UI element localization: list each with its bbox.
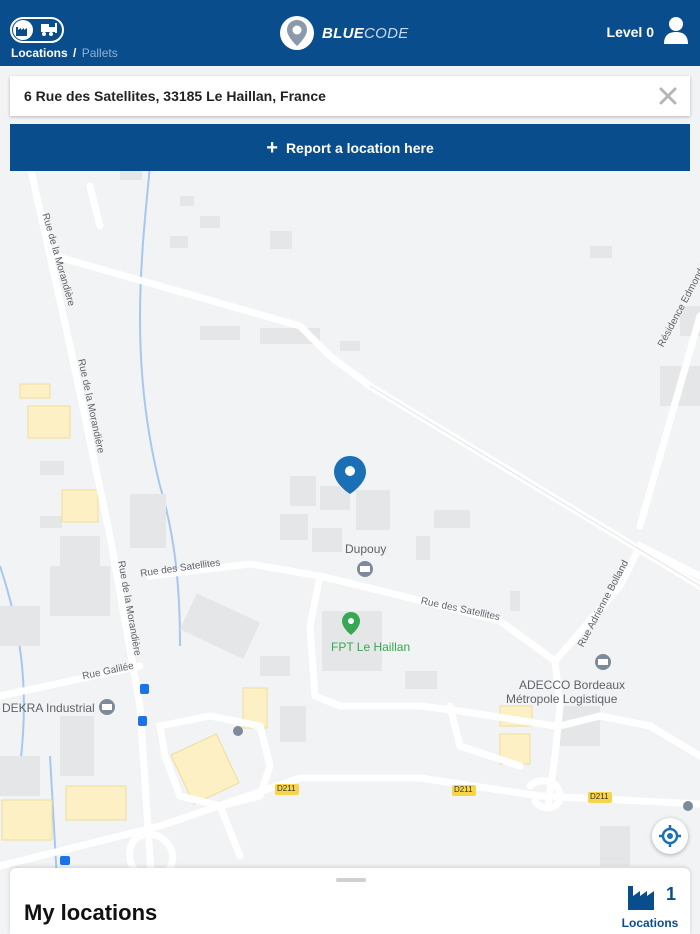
close-icon[interactable] <box>656 84 680 108</box>
locations-pallets-toggle[interactable] <box>10 17 64 43</box>
plus-icon: + <box>266 136 278 159</box>
map-view[interactable]: Dupouy FPT Le Haillan ADECCO Bordeaux Mé… <box>0 66 700 934</box>
my-locations-sheet[interactable]: My locations 1 Locations <box>10 868 690 934</box>
report-location-button[interactable]: + Report a location here <box>10 124 690 171</box>
address-search-bar[interactable]: 6 Rue des Satellites, 33185 Le Haillan, … <box>10 76 690 116</box>
map-label-dekra: DEKRA Industrial <box>2 701 95 715</box>
map-label-d211-2: D211 <box>454 785 473 794</box>
app-header: Locations / Pallets BLUECODE Level 0 <box>0 0 700 66</box>
locations-count: 1 <box>666 884 677 904</box>
brand-name-light: CODE <box>364 24 409 42</box>
breadcrumb: Locations / Pallets <box>11 46 118 60</box>
toggle-knob <box>13 20 33 40</box>
address-input-value[interactable]: 6 Rue des Satellites, 33185 Le Haillan, … <box>24 88 326 104</box>
brand-name-bold: BLUE <box>322 24 365 42</box>
user-level: Level 0 <box>606 24 654 40</box>
map-label-adecco-1: ADECCO Bordeaux <box>519 678 626 692</box>
adecco-poi-icon <box>595 654 611 670</box>
my-location-button[interactable] <box>652 818 688 854</box>
breadcrumb-pallets[interactable]: Pallets <box>82 46 118 60</box>
sheet-drag-handle[interactable] <box>336 878 366 882</box>
map-label-d211-3: D211 <box>590 792 609 801</box>
map-canvas <box>0 162 700 934</box>
map-label-fpt: FPT Le Haillan <box>331 640 411 654</box>
factory-icon <box>628 886 654 910</box>
breadcrumb-locations[interactable]: Locations <box>11 46 68 60</box>
user-icon[interactable] <box>664 16 688 49</box>
breadcrumb-separator: / <box>73 46 77 60</box>
map-label-dupouy: Dupouy <box>345 542 387 556</box>
forklift-icon <box>39 21 59 44</box>
report-location-label: Report a location here <box>285 139 434 156</box>
logo-pin-icon <box>280 16 314 50</box>
locations-count-button[interactable]: 1 Locations <box>620 878 684 932</box>
crosshair-icon <box>659 825 681 847</box>
factory-icon <box>16 27 27 36</box>
map-label-adecco-2: Métropole Logistique <box>506 692 618 706</box>
dupouy-poi-icon <box>357 561 373 577</box>
brand-logo: BLUECODE <box>280 14 409 52</box>
dekra-poi-icon <box>99 699 115 715</box>
map-label-d211-1: D211 <box>277 784 296 793</box>
sheet-title: My locations <box>24 900 158 925</box>
locations-count-label: Locations <box>621 916 679 930</box>
